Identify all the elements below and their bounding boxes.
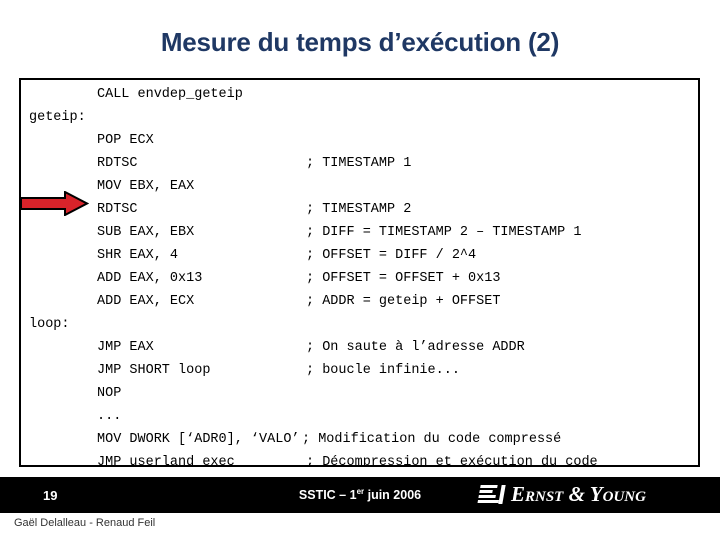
code-label: geteip: [29,110,86,125]
code-line: JMP userland_exec ; Décompression et exéc… [21,451,698,467]
code-comment: ; DIFF = TIMESTAMP 2 – TIMESTAMP 1 [306,225,582,240]
code-comment: ; ADDR = geteip + OFFSET [306,294,501,309]
code-instruction: SUB EAX, EBX [97,225,195,240]
code-instruction: MOV DWORK [‘ADR0], ‘VALO’ [97,432,300,447]
slide-canvas: Mesure du temps d’exécution (2) CALL env… [0,0,720,540]
ernst-young-logo: Ernst & Young [477,481,646,508]
code-instruction: ... [97,409,122,424]
code-line: JMP SHORT loop ; boucle infinie... [21,359,698,382]
code-label: loop: [29,317,70,332]
code-line: MOV DWORK [‘ADR0], ‘VALO’; Modification … [21,428,698,451]
code-line: RDTSC ; TIMESTAMP 2 [21,198,698,221]
code-comment: ; boucle infinie... [306,363,460,378]
code-line: POP ECX [21,129,698,152]
footer-event-ordinal: er [356,486,365,496]
code-line: loop: [21,313,698,336]
code-line: NOP [21,382,698,405]
red-arrow-icon [19,190,90,217]
code-line: RDTSC ; TIMESTAMP 1 [21,152,698,175]
code-instruction: RDTSC [97,156,138,171]
code-instruction: MOV EBX, EAX [97,179,195,194]
code-listing-block: CALL envdep_geteip geteip: POP ECX RDTSC ; T… [19,78,700,467]
code-comment: ; Décompression et exécution du code [306,455,598,467]
ernst-young-wordmark: Ernst & Young [511,482,646,506]
code-instruction: ADD EAX, 0x13 [97,271,203,286]
code-comment: ; OFFSET = OFFSET + 0x13 [306,271,501,286]
code-line: SUB EAX, EBX ; DIFF = TIMESTAMP 2 – TIMES… [21,221,698,244]
code-instruction: NOP [97,386,122,401]
author-line: Gaël Delalleau - Renaud Feil [14,517,156,529]
code-comment: ; Modification du code compressé [302,432,562,447]
code-line: JMP EAX ; On saute à l’adresse ADDR [21,336,698,359]
footer-event-suffix: juin 2006 [364,488,422,502]
code-instruction: JMP EAX [97,340,154,355]
code-line: ADD EAX, 0x13 ; OFFSET = OFFSET + 0x13 [21,267,698,290]
code-comment: ; On saute à l’adresse ADDR [306,340,525,355]
footer-event-prefix: SSTIC – 1 [298,488,357,502]
code-line: geteip: [21,106,698,129]
code-comment: ; TIMESTAMP 2 [306,202,412,217]
page-title: Mesure du temps d’exécution (2) [160,27,560,57]
ernst-young-mark-icon [477,485,506,504]
code-instruction: RDTSC [97,202,138,217]
code-line: ADD EAX, ECX ; ADDR = geteip + OFFSET [21,290,698,313]
code-line: ... [21,405,698,428]
code-line: CALL envdep_geteip [21,83,698,106]
code-comment: ; OFFSET = DIFF / 2^4 [306,248,477,263]
code-instruction: SHR EAX, 4 [97,248,179,263]
code-line: MOV EBX, EAX [21,175,698,198]
code-instruction: ADD EAX, ECX [97,294,195,309]
code-line: SHR EAX, 4 ; OFFSET = DIFF / 2^4 [21,244,698,267]
code-instruction: POP ECX [97,133,154,148]
code-instruction: JMP userland_exec [97,455,235,467]
code-instruction: JMP SHORT loop [97,363,211,378]
code-instruction: CALL envdep_geteip [97,87,243,102]
code-comment: ; TIMESTAMP 1 [306,156,412,171]
